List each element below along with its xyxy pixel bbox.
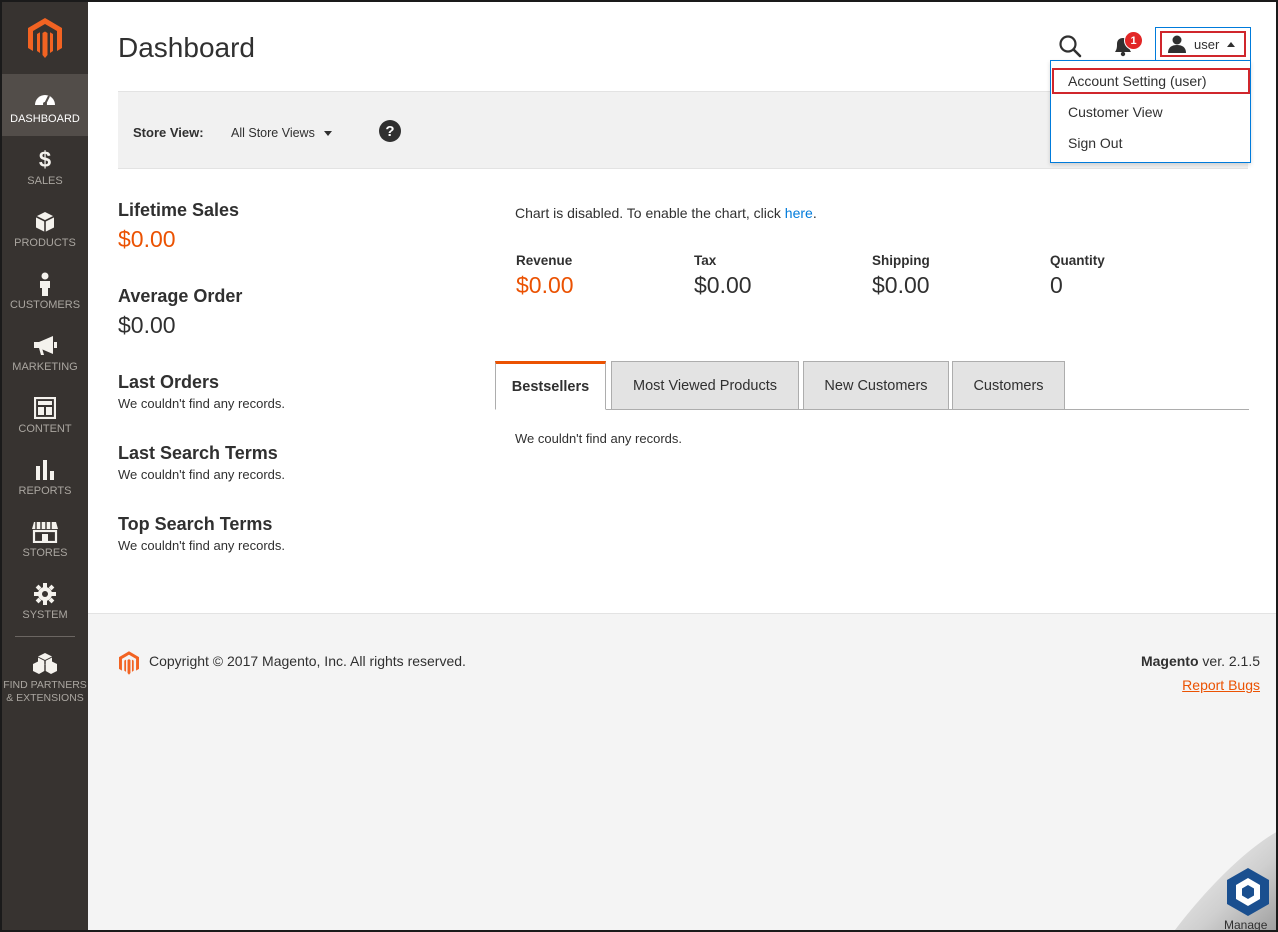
lifetime-sales-label: Lifetime Sales [118, 200, 240, 220]
caret-up-icon [1227, 41, 1236, 47]
bar-chart-icon [35, 458, 55, 482]
sidebar-item-label: SALES [27, 174, 63, 187]
sidebar-item-label: MARKETING [12, 360, 78, 373]
corner-badge-label: Manage [1224, 918, 1268, 932]
dollar-icon: $ [38, 146, 52, 172]
notification-count-badge[interactable]: 1 [1124, 31, 1143, 50]
gauge-icon [33, 86, 57, 110]
sidebar-item-label-line2: & EXTENSIONS [6, 691, 84, 704]
top-search-terms-empty: We couldn't find any records. [118, 538, 285, 553]
quantity-value: 0 [1050, 272, 1063, 298]
last-orders-empty: We couldn't find any records. [118, 396, 285, 411]
shipping-value: $0.00 [872, 272, 930, 298]
last-orders-label: Last Orders [118, 372, 220, 392]
sidebar-item-find-partners[interactable]: FIND PARTNERS & EXTENSIONS [2, 643, 88, 713]
storefront-icon [32, 520, 58, 544]
chart-disabled-message: Chart is disabled. To enable the chart, … [515, 205, 817, 221]
tax-label: Tax [694, 253, 717, 268]
page-title: Dashboard [118, 32, 255, 63]
tab-new-customers[interactable]: New Customers [803, 361, 949, 410]
tab-panel-empty: We couldn't find any records. [515, 431, 682, 446]
gear-icon [34, 582, 56, 606]
sidebar-item-reports[interactable]: REPORTS [2, 446, 88, 508]
user-account-highlight: user [1160, 31, 1246, 57]
average-order-value: $0.00 [118, 312, 176, 338]
user-avatar-icon [1168, 35, 1186, 53]
page-curl-icon [1175, 832, 1276, 930]
magento-logo-icon [28, 18, 62, 58]
sidebar-item-label: REPORTS [18, 484, 72, 497]
magento-logo[interactable] [2, 2, 88, 74]
average-order-label: Average Order [118, 286, 243, 306]
page-footer: Copyright © 2017 Magento, Inc. All right… [88, 613, 1276, 930]
store-view-select[interactable]: All Store Views [231, 126, 315, 140]
last-search-terms-empty: We couldn't find any records. [118, 467, 285, 482]
shipping-label: Shipping [872, 253, 930, 268]
enable-chart-link[interactable]: here [785, 205, 813, 221]
admin-sidebar: DASHBOARD $ SALES PRODUCTS CUSTOMERS MAR… [2, 2, 88, 930]
magento-footer-logo-icon [119, 651, 139, 675]
tab-customers[interactable]: Customers [952, 361, 1065, 410]
revenue-label: Revenue [516, 253, 573, 268]
sidebar-item-label: CONTENT [18, 422, 72, 435]
user-account-button[interactable]: user [1155, 27, 1251, 61]
menu-item-customer-view[interactable]: Customer View [1068, 104, 1163, 120]
tab-most-viewed-products[interactable]: Most Viewed Products [611, 361, 799, 410]
menu-item-sign-out[interactable]: Sign Out [1068, 135, 1122, 151]
sidebar-item-label-line1: FIND PARTNERS [3, 678, 87, 691]
sidebar-item-products[interactable]: PRODUCTS [2, 198, 88, 260]
tab-bestsellers[interactable]: Bestsellers [495, 361, 606, 410]
sidebar-item-stores[interactable]: STORES [2, 508, 88, 570]
megaphone-icon [33, 334, 57, 358]
box-icon [35, 210, 55, 234]
last-search-terms-label: Last Search Terms [118, 443, 278, 463]
user-name: user [1194, 36, 1220, 52]
revenue-value: $0.00 [516, 272, 574, 298]
sidebar-item-label: PRODUCTS [14, 236, 76, 249]
help-icon[interactable]: ? [379, 120, 401, 142]
sidebar-divider [15, 636, 75, 637]
brand-name: Magento [1140, 653, 1199, 669]
lifetime-sales-value: $0.00 [118, 226, 176, 252]
user-account-dropdown: Account Setting (user) Customer View Sig… [1050, 60, 1251, 163]
store-view-label: Store View: [133, 125, 204, 140]
chart-message-text: Chart is disabled. To enable the chart, … [515, 205, 785, 221]
version-number: ver. 2.1.5 [1198, 653, 1260, 669]
layout-icon [34, 396, 56, 420]
menu-item-account-setting[interactable]: Account Setting (user) [1068, 73, 1207, 89]
sidebar-item-sales[interactable]: $ SALES [2, 136, 88, 198]
corner-page-curl[interactable]: Manage [1172, 830, 1276, 932]
report-bugs-link[interactable]: Report Bugs [1182, 677, 1260, 693]
person-icon [38, 272, 52, 296]
chevron-down-icon[interactable] [324, 131, 332, 136]
sidebar-item-label: FIND PARTNERS & EXTENSIONS [3, 679, 87, 705]
version-text: Magento ver. 2.1.5 [1141, 653, 1260, 669]
sidebar-item-system[interactable]: SYSTEM [2, 570, 88, 632]
sidebar-item-label: CUSTOMERS [9, 298, 81, 311]
cubes-icon [33, 652, 57, 676]
sidebar-item-label: SYSTEM [22, 608, 68, 621]
quantity-label: Quantity [1050, 253, 1105, 268]
top-search-terms-label: Top Search Terms [118, 514, 273, 534]
app-frame: DASHBOARD $ SALES PRODUCTS CUSTOMERS MAR… [0, 0, 1278, 932]
sidebar-item-marketing[interactable]: MARKETING [2, 322, 88, 384]
chart-message-period: . [812, 205, 817, 221]
sidebar-item-customers[interactable]: CUSTOMERS [2, 260, 88, 322]
sidebar-item-dashboard[interactable]: DASHBOARD [2, 74, 88, 136]
search-icon [1059, 35, 1082, 58]
sidebar-item-label: STORES [22, 546, 68, 559]
copyright-text: Copyright © 2017 Magento, Inc. All right… [149, 653, 466, 669]
sidebar-item-label: DASHBOARD [10, 112, 80, 125]
global-search-button[interactable] [1058, 34, 1082, 58]
sidebar-item-content[interactable]: CONTENT [2, 384, 88, 446]
tax-value: $0.00 [694, 272, 752, 298]
